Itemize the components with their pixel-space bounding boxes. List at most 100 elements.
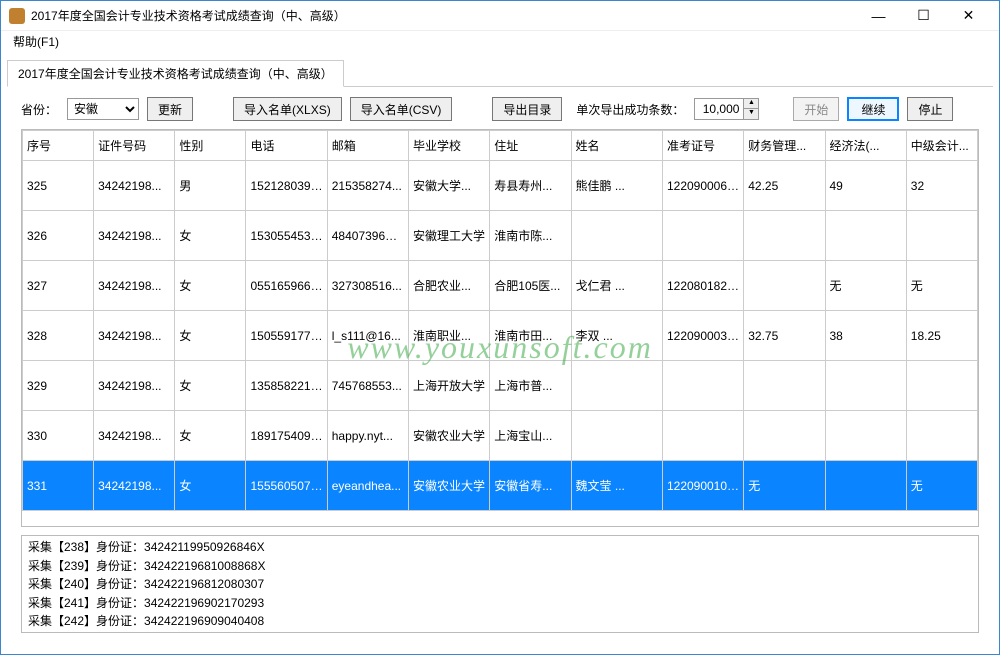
cell-sex: 女 [175, 411, 246, 461]
cell-school: 安徽理工大学 [409, 211, 490, 261]
cell-id: 34242198... [94, 311, 175, 361]
cell-seq: 327 [23, 261, 94, 311]
continue-button[interactable]: 继续 [847, 97, 899, 121]
cell-exam [662, 411, 743, 461]
cell-school: 合肥农业... [409, 261, 490, 311]
start-button[interactable]: 开始 [793, 97, 839, 121]
batch-input[interactable] [695, 99, 743, 119]
batch-spinner[interactable]: ▲▼ [694, 98, 759, 120]
col-exam[interactable]: 准考证号 [662, 131, 743, 161]
cell-email: 215358274... [327, 161, 408, 211]
cell-name: 熊佳鹏 ... [571, 161, 662, 211]
cell-exam: 12209001091 [662, 461, 743, 511]
cell-email: eyeandhea... [327, 461, 408, 511]
update-button[interactable]: 更新 [147, 97, 193, 121]
cell-addr: 合肥105医... [490, 261, 571, 311]
cell-fin: 无 [744, 461, 825, 511]
tab-main[interactable]: 2017年度全国会计专业技术资格考试成绩查询（中、高级） [7, 60, 344, 87]
col-mid[interactable]: 中级会计... [906, 131, 977, 161]
cell-addr: 淮南市陈... [490, 211, 571, 261]
cell-mid: 32 [906, 161, 977, 211]
cell-seq: 329 [23, 361, 94, 411]
spinner-buttons[interactable]: ▲▼ [743, 99, 758, 119]
cell-fin: 32.75 [744, 311, 825, 361]
cell-sex: 女 [175, 311, 246, 361]
col-addr[interactable]: 住址 [490, 131, 571, 161]
results-table: 序号 证件号码 性别 电话 邮箱 毕业学校 住址 姓名 准考证号 财务管理...… [22, 130, 978, 511]
col-sex[interactable]: 性别 [175, 131, 246, 161]
cell-exam: 12209000354 [662, 311, 743, 361]
minimize-button[interactable]: — [856, 2, 901, 30]
col-phone[interactable]: 电话 [246, 131, 327, 161]
cell-exam: 12208018254 [662, 261, 743, 311]
spin-down-icon[interactable]: ▼ [744, 109, 758, 119]
table-row[interactable]: 33034242198...女18917540920happy.nyt...安徽… [23, 411, 978, 461]
cell-addr: 寿县寿州... [490, 161, 571, 211]
cell-mid: 无 [906, 461, 977, 511]
cell-name: 李双 ... [571, 311, 662, 361]
cell-seq: 328 [23, 311, 94, 361]
log-panel[interactable]: 采集【238】身份证：34242119950926846X采集【239】身份证：… [21, 535, 979, 633]
col-id[interactable]: 证件号码 [94, 131, 175, 161]
cell-phone: 15305545355 [246, 211, 327, 261]
cell-fin [744, 411, 825, 461]
import-csv-button[interactable]: 导入名单(CSV) [350, 97, 453, 121]
cell-phone: 15556050755 [246, 461, 327, 511]
table-row[interactable]: 32534242198...男15212803915215358274...安徽… [23, 161, 978, 211]
col-email[interactable]: 邮箱 [327, 131, 408, 161]
cell-id: 34242198... [94, 261, 175, 311]
cell-mid: 无 [906, 261, 977, 311]
cell-seq: 326 [23, 211, 94, 261]
cell-eco [825, 411, 906, 461]
menu-help[interactable]: 帮助(F1) [9, 33, 63, 51]
maximize-button[interactable]: ☐ [901, 2, 946, 30]
cell-mid: 18.25 [906, 311, 977, 361]
spin-up-icon[interactable]: ▲ [744, 99, 758, 109]
close-button[interactable]: ✕ [946, 2, 991, 30]
province-label: 省份： [21, 101, 57, 118]
col-school[interactable]: 毕业学校 [409, 131, 490, 161]
table-row[interactable]: 32934242198...女13585822135745768553...上海… [23, 361, 978, 411]
tabstrip: 2017年度全国会计专业技术资格考试成绩查询（中、高级） [7, 59, 993, 87]
col-fin[interactable]: 财务管理... [744, 131, 825, 161]
cell-email: happy.nyt... [327, 411, 408, 461]
cell-exam [662, 211, 743, 261]
import-xlxs-button[interactable]: 导入名单(XLXS) [233, 97, 342, 121]
cell-sex: 女 [175, 261, 246, 311]
table-row[interactable]: 33134242198...女15556050755eyeandhea...安徽… [23, 461, 978, 511]
cell-school: 安徽大学... [409, 161, 490, 211]
cell-id: 34242198... [94, 411, 175, 461]
cell-sex: 女 [175, 461, 246, 511]
cell-mid [906, 411, 977, 461]
log-line: 采集【239】身份证：34242219681008868X [28, 557, 972, 576]
cell-name: 魏文莹 ... [571, 461, 662, 511]
stop-button[interactable]: 停止 [907, 97, 953, 121]
cell-eco [825, 461, 906, 511]
table-scroll[interactable]: 序号 证件号码 性别 电话 邮箱 毕业学校 住址 姓名 准考证号 财务管理...… [22, 130, 978, 526]
log-line: 采集【240】身份证：342422196812080307 [28, 575, 972, 594]
cell-email: 48407396@... [327, 211, 408, 261]
cell-seq: 330 [23, 411, 94, 461]
cell-mid [906, 361, 977, 411]
cell-eco [825, 211, 906, 261]
cell-email: l_s111@16... [327, 311, 408, 361]
col-name[interactable]: 姓名 [571, 131, 662, 161]
cell-email: 327308516... [327, 261, 408, 311]
col-seq[interactable]: 序号 [23, 131, 94, 161]
cell-fin [744, 211, 825, 261]
table-row[interactable]: 32634242198...女1530554535548407396@...安徽… [23, 211, 978, 261]
export-dir-button[interactable]: 导出目录 [492, 97, 562, 121]
cell-id: 34242198... [94, 211, 175, 261]
province-select[interactable]: 安徽 [67, 98, 139, 120]
window-controls: — ☐ ✕ [856, 2, 991, 30]
table-row[interactable]: 32834242198...女15055917789l_s111@16...淮南… [23, 311, 978, 361]
log-line: 采集【238】身份证：34242119950926846X [28, 538, 972, 557]
table-row[interactable]: 32734242198...女055165966680327308516...合… [23, 261, 978, 311]
cell-seq: 331 [23, 461, 94, 511]
cell-phone: 13585822135 [246, 361, 327, 411]
cell-sex: 女 [175, 211, 246, 261]
menubar: 帮助(F1) [1, 31, 999, 53]
col-eco[interactable]: 经济法(... [825, 131, 906, 161]
cell-school: 上海开放大学 [409, 361, 490, 411]
cell-fin: 42.25 [744, 161, 825, 211]
